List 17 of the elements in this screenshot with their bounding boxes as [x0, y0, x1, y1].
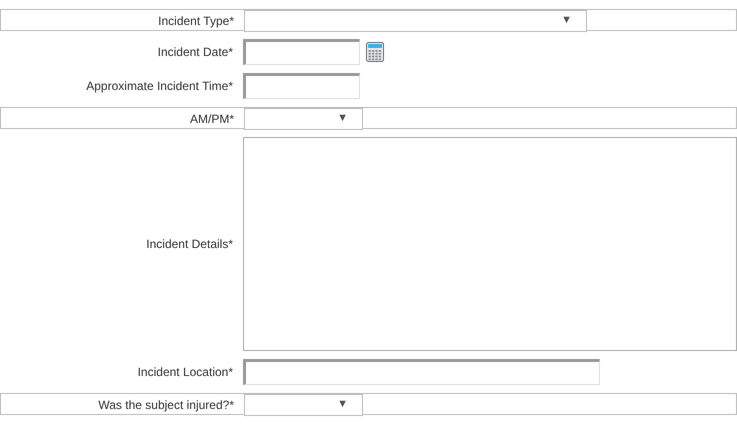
field-label: Incident Details*	[145, 237, 233, 251]
caret-icon: ▼	[337, 398, 348, 410]
field-label: Incident Type*	[157, 14, 234, 28]
dropdown[interactable]: ▼	[244, 108, 363, 130]
caret-icon: ▼	[337, 112, 348, 124]
date-field[interactable]	[243, 39, 360, 65]
text-field[interactable]	[243, 73, 360, 99]
field-label: Incident Date*	[156, 45, 233, 59]
field-label: AM/PM*	[188, 112, 234, 126]
caret-icon: ▼	[561, 14, 572, 26]
dropdown[interactable]: ▼	[244, 394, 363, 416]
field-label: Approximate Incident Time*	[85, 79, 233, 93]
text-field[interactable]	[243, 359, 600, 385]
field-label: Incident Location*	[136, 365, 233, 379]
calendar-icon[interactable]	[366, 42, 384, 62]
dropdown[interactable]: ▼	[244, 10, 587, 32]
field-label: Was the subject injured?*	[97, 398, 234, 412]
